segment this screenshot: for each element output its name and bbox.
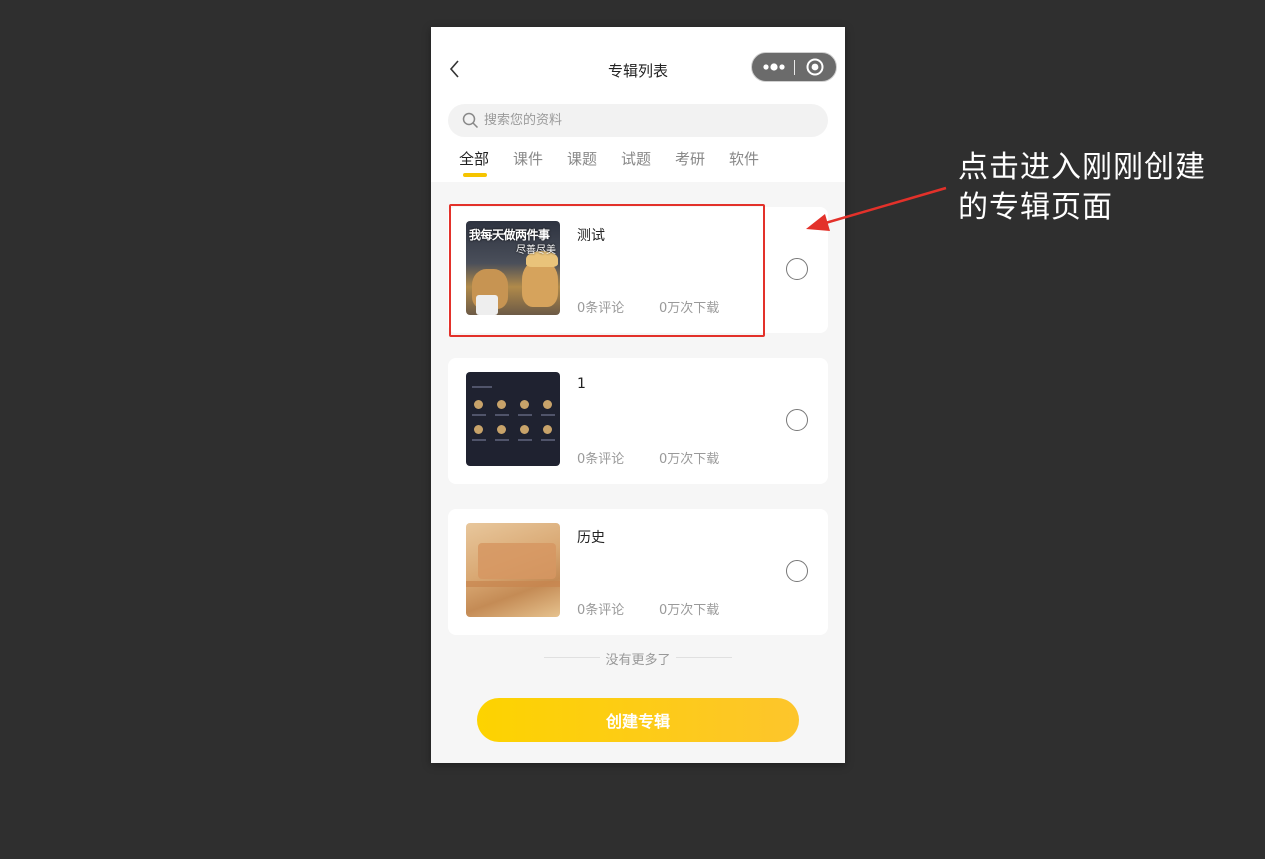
no-more-text: 没有更多了 — [605, 653, 671, 668]
album-thumbnail — [466, 523, 560, 617]
annotation-line: 的专辑页面 — [958, 190, 1113, 225]
search-input[interactable] — [484, 104, 814, 137]
search-bar — [448, 104, 828, 137]
download-count: 0万次下载 — [659, 603, 720, 618]
select-radio[interactable] — [786, 560, 808, 582]
highlight-box — [449, 204, 765, 337]
tab-postgrad[interactable]: 考研 — [675, 148, 705, 169]
select-radio[interactable] — [786, 409, 808, 431]
album-thumbnail — [466, 372, 560, 466]
create-album-button[interactable]: 创建专辑 — [477, 698, 799, 742]
close-target-icon[interactable] — [795, 53, 836, 81]
tab-exams[interactable]: 试题 — [621, 148, 651, 169]
capsule-menu — [751, 52, 837, 82]
annotation-text: 点击进入刚刚创建 的专辑页面 — [958, 148, 1228, 228]
annotation-line: 点击进入刚刚创建 — [958, 150, 1206, 185]
top-header: 专辑列表 全部 课件 课题 试题 考研 — [431, 27, 845, 182]
album-title: 历史 — [577, 530, 605, 546]
divider-line-right — [676, 657, 732, 658]
album-card[interactable]: 1 0条评论 0万次下载 — [448, 358, 828, 484]
tab-all[interactable]: 全部 — [459, 148, 489, 169]
search-icon — [462, 112, 479, 129]
comment-count: 0条评论 — [577, 452, 625, 467]
annotation-arrow-icon — [806, 186, 947, 231]
album-title: 1 — [577, 376, 586, 392]
comment-count: 0条评论 — [577, 603, 625, 618]
download-count: 0万次下载 — [659, 452, 720, 467]
tab-software[interactable]: 软件 — [729, 148, 759, 169]
select-radio[interactable] — [786, 258, 808, 280]
mini-program-screen: 专辑列表 全部 课件 课题 试题 考研 — [431, 27, 845, 763]
tab-courseware[interactable]: 课件 — [513, 148, 543, 169]
album-card[interactable]: 历史 0条评论 0万次下载 — [448, 509, 828, 635]
no-more-divider: 没有更多了 — [431, 648, 845, 668]
active-tab-indicator — [463, 173, 487, 177]
tab-topics[interactable]: 课题 — [567, 148, 597, 169]
more-dots-icon[interactable] — [752, 53, 795, 81]
